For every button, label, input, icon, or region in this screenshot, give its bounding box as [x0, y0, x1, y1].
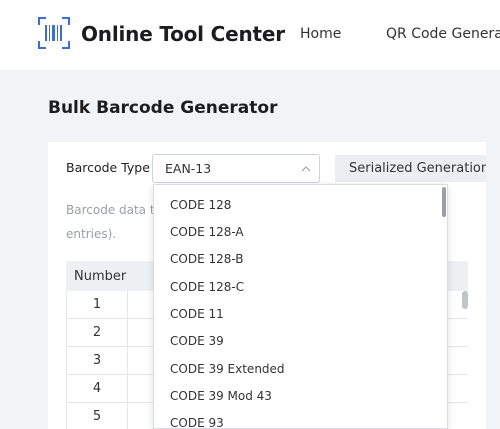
dropdown-option[interactable]: CODE 93 [170, 416, 224, 428]
row-number-cell: 5 [66, 403, 128, 429]
row-number-cell: 3 [66, 347, 128, 375]
hint-text-line-1: Barcode data to [66, 203, 162, 217]
chevron-up-icon [301, 166, 311, 172]
barcode-type-dropdown-list: CODE 128 CODE 128-A CODE 128-B CODE 128-… [153, 184, 448, 429]
row-number-cell: 1 [66, 291, 128, 319]
nav-link-qr-code-generator[interactable]: QR Code Generato [386, 26, 500, 42]
barcode-type-selected-value: EAN-13 [165, 161, 212, 176]
top-navigation-bar: Online Tool Center Home QR Code Generato [0, 0, 500, 70]
barcode-type-select[interactable]: EAN-13 [152, 154, 320, 183]
dropdown-scrollbar-thumb[interactable] [442, 187, 446, 217]
table-scrollbar-thumb[interactable] [462, 291, 468, 309]
row-number-cell: 2 [66, 319, 128, 347]
dropdown-option[interactable]: CODE 128-A [170, 225, 244, 239]
barcode-type-label: Barcode Type [66, 160, 150, 175]
dropdown-option[interactable]: CODE 39 Extended [170, 362, 285, 376]
dropdown-option[interactable]: CODE 11 [170, 307, 224, 321]
dropdown-option[interactable]: CODE 128-B [170, 252, 244, 266]
dropdown-option[interactable]: CODE 128 [170, 198, 231, 212]
column-header-number: Number [74, 269, 127, 284]
row-number-cell: 4 [66, 375, 128, 403]
dropdown-option[interactable]: CODE 39 [170, 334, 224, 348]
barcode-logo-icon[interactable] [37, 16, 71, 50]
hint-text-line-2: entries). [66, 227, 117, 241]
serialized-generation-button[interactable]: Serialized Generation [335, 155, 486, 182]
nav-link-home[interactable]: Home [300, 26, 341, 42]
brand-name[interactable]: Online Tool Center [81, 22, 285, 46]
page-title: Bulk Barcode Generator [48, 98, 278, 118]
dropdown-option[interactable]: CODE 128-C [170, 280, 244, 294]
dropdown-option[interactable]: CODE 39 Mod 43 [170, 389, 272, 403]
